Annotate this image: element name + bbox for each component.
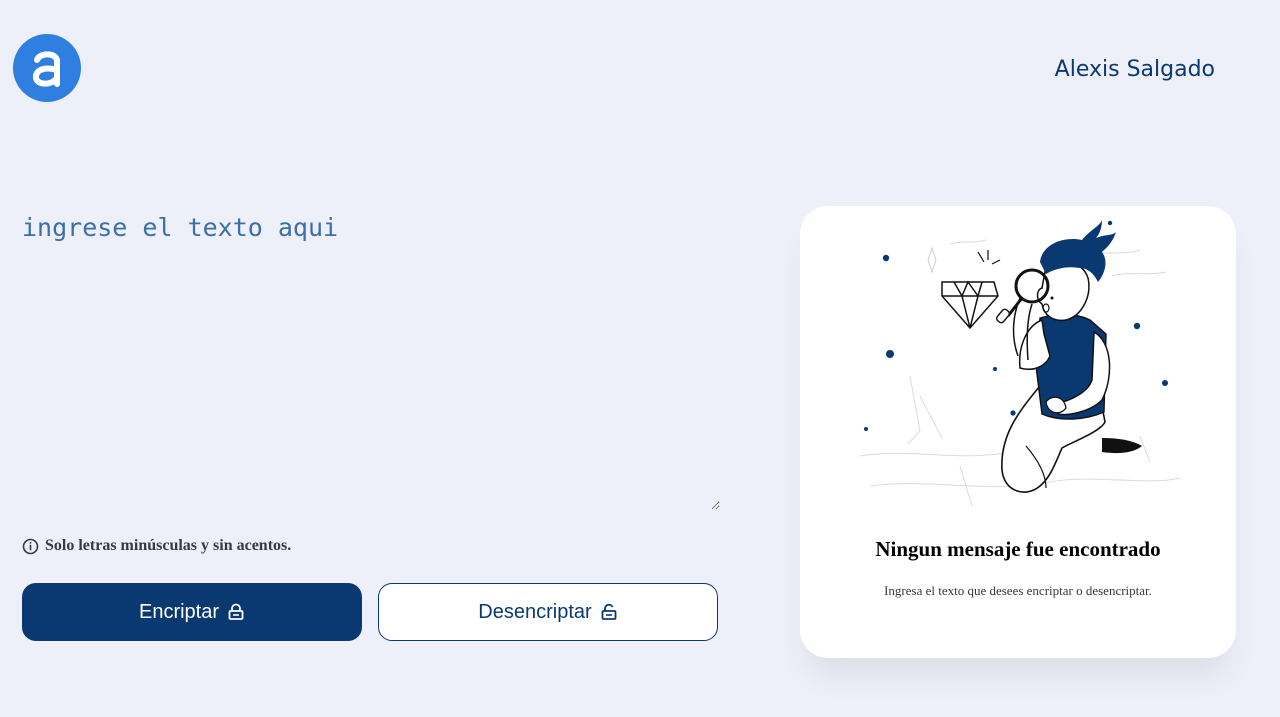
person-with-magnifier-illustration (850, 216, 1190, 516)
logo-icon[interactable] (13, 34, 81, 102)
message-input[interactable] (22, 212, 720, 510)
lock-open-icon (600, 603, 618, 621)
hint-text: Solo letras minúsculas y sin acentos. (45, 537, 292, 554)
decrypt-button-label: Desencriptar (478, 600, 592, 623)
output-title: Ningun mensaje fue encontrado (875, 537, 1161, 561)
input-hint: Solo letras minúsculas y sin acentos. (22, 537, 291, 555)
lock-closed-icon (227, 603, 245, 621)
decrypt-button[interactable]: Desencriptar (378, 583, 718, 641)
output-card: Ningun mensaje fue encontrado Ingresa el… (800, 206, 1236, 658)
info-circle-icon (22, 538, 39, 555)
user-name: Alexis Salgado (1054, 57, 1215, 82)
page: Alexis Salgado Solo letras minúsculas y … (0, 0, 1280, 717)
encrypt-button-label: Encriptar (138, 600, 220, 623)
encrypt-button[interactable]: Encriptar (22, 583, 362, 641)
output-subtitle: Ingresa el texto que desees encriptar o … (884, 583, 1152, 598)
